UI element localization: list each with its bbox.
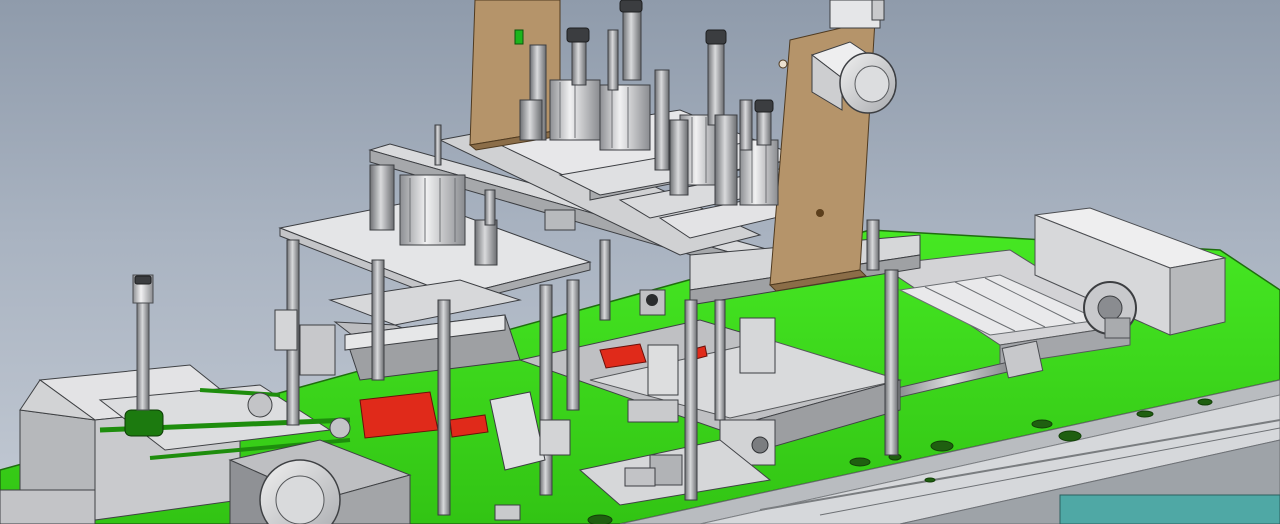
cad-viewport[interactable] [0, 0, 1280, 524]
stepper-motor [810, 0, 897, 114]
machine-assembly-render [0, 0, 1280, 524]
